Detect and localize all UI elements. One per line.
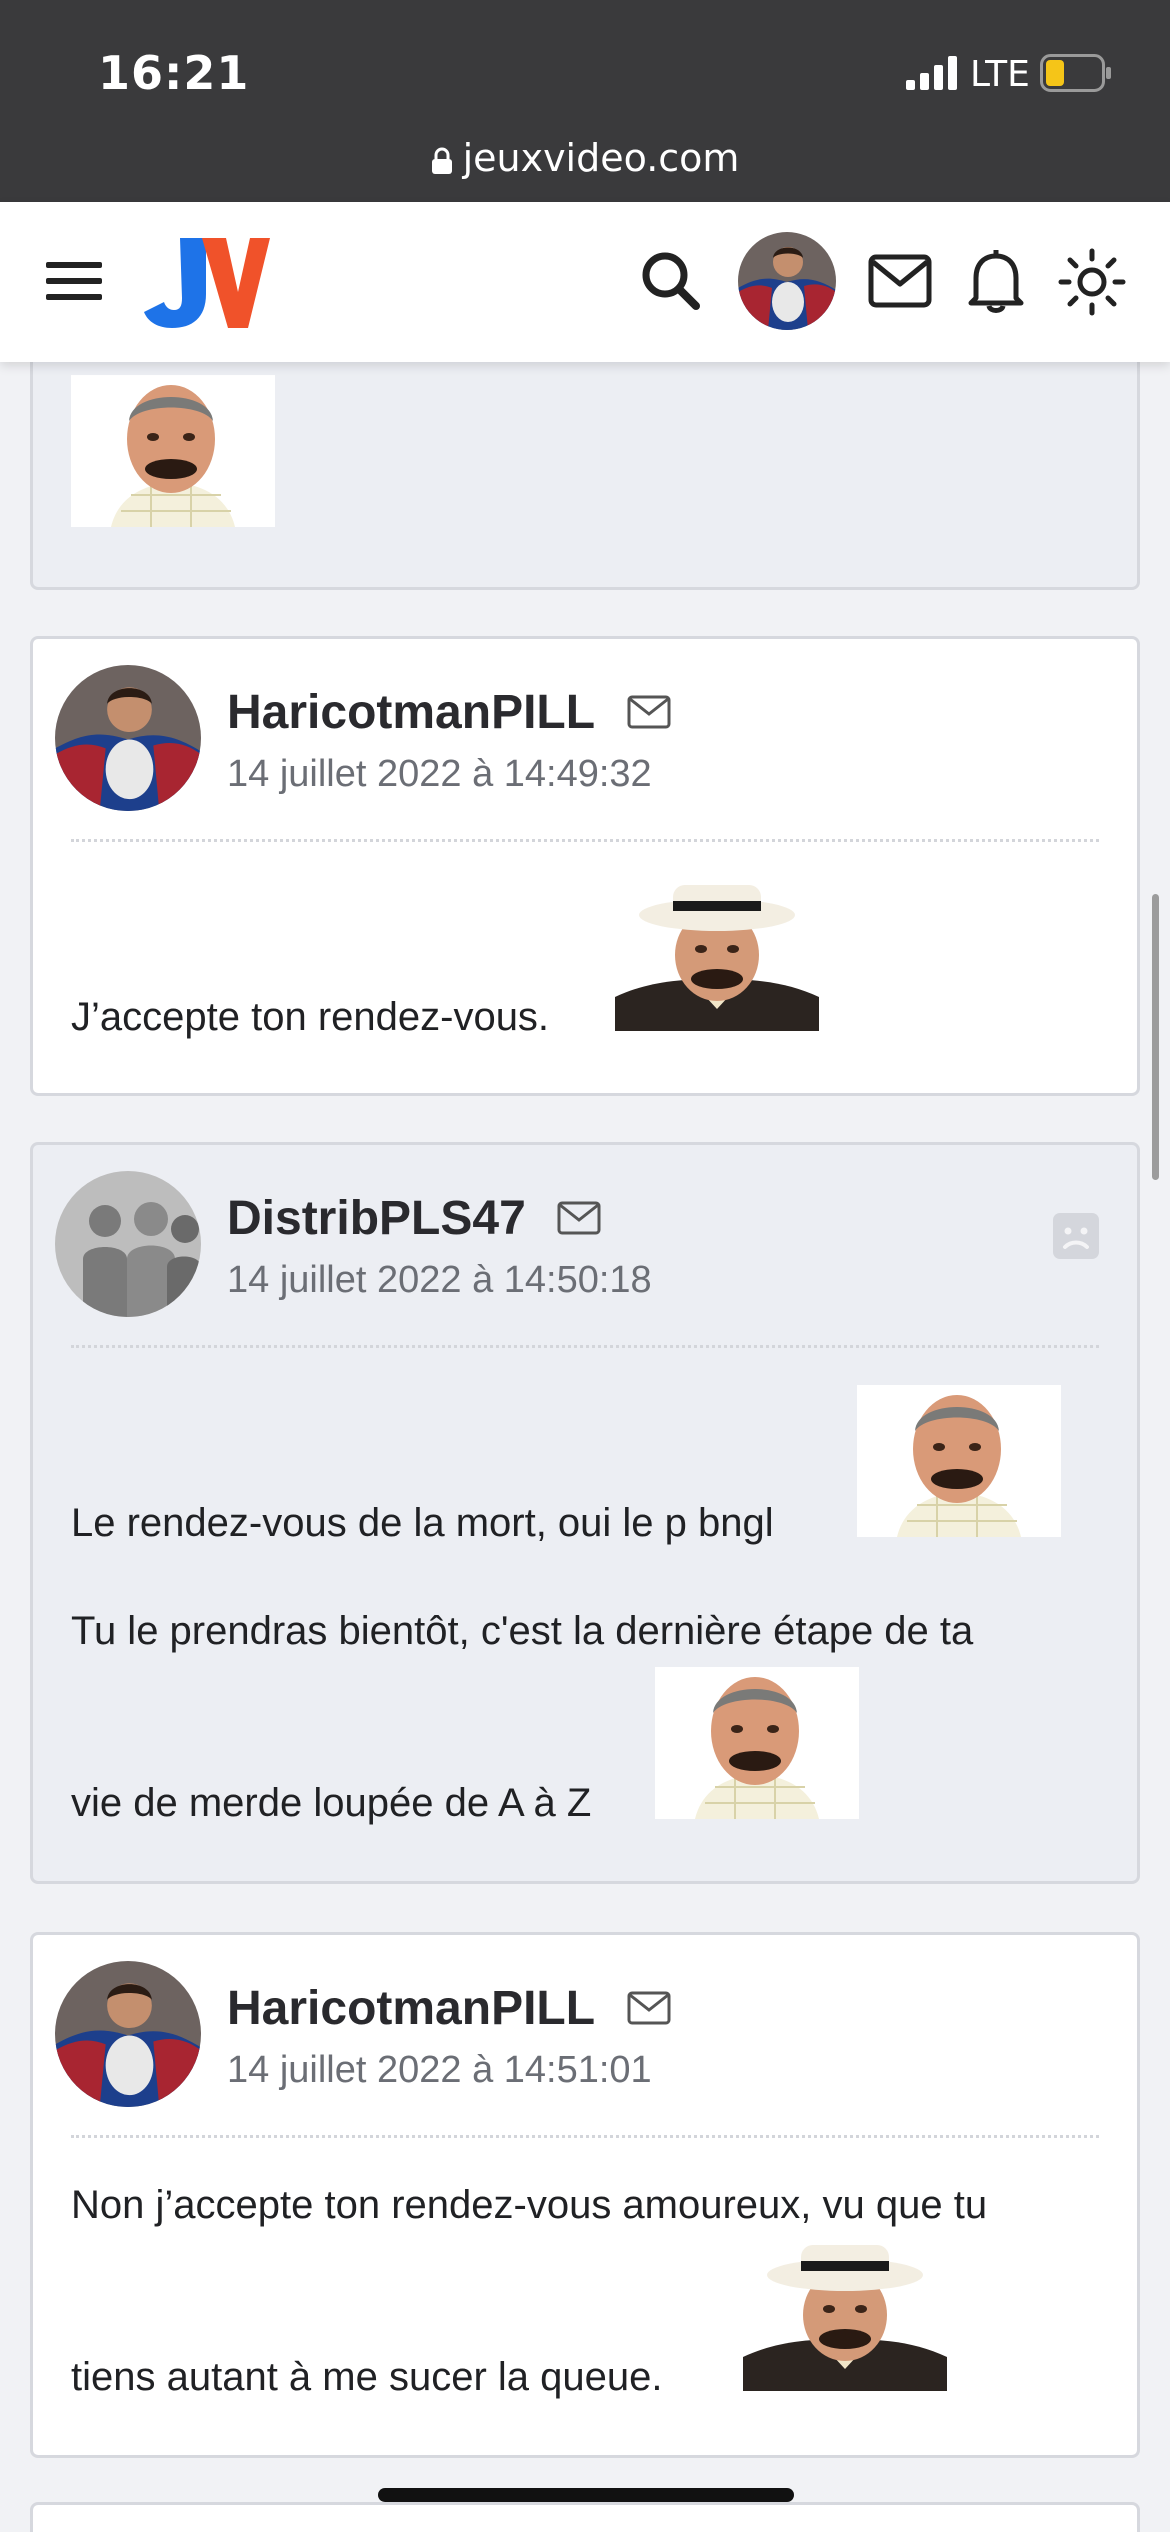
post-date[interactable]: 14 juillet 2022 à 14:51:01: [227, 2049, 652, 2092]
author-avatar-image: [55, 665, 201, 811]
risitas-hat-sticker: [743, 2239, 947, 2391]
forum-post: HaricotmanPILL 14 juillet 2022 à 14:49:3…: [30, 636, 1140, 1096]
search-icon[interactable]: [640, 250, 702, 312]
post-text: vie de merde loupée de A à Z: [71, 1781, 592, 1825]
post-text: Tu le prendras bientôt, c'est la dernièr…: [71, 1609, 974, 1653]
risitas-hat-sticker: [615, 879, 819, 1031]
risitas-sticker: [655, 1667, 859, 1819]
home-indicator[interactable]: [378, 2488, 794, 2502]
forum-post-partial: [30, 2502, 1140, 2532]
scrollbar[interactable]: [1152, 894, 1159, 1180]
network-label: LTE: [970, 54, 1030, 95]
status-time: 16:21: [98, 46, 250, 100]
author-name[interactable]: DistribPLS47: [227, 1191, 526, 1246]
author-avatar[interactable]: [55, 1961, 201, 2107]
user-avatar-image: [738, 232, 836, 330]
post-text: Non j’accepte ton rendez-vous amoureux, …: [71, 2183, 988, 2227]
site-header: [0, 202, 1170, 362]
battery-icon: [1040, 54, 1111, 92]
risitas-hat-sticker-image: [743, 2239, 947, 2391]
post-date[interactable]: 14 juillet 2022 à 14:50:18: [227, 1259, 652, 1302]
jv-logo[interactable]: [140, 232, 270, 332]
risitas-sticker: [857, 1385, 1061, 1537]
sun-icon[interactable]: [1058, 248, 1126, 316]
author-name[interactable]: HaricotmanPILL: [227, 1981, 595, 2036]
url-bar[interactable]: jeuxvideo.com: [0, 136, 1170, 180]
user-avatar[interactable]: [738, 232, 836, 330]
risitas-sticker: [71, 375, 275, 527]
url-text: jeuxvideo.com: [462, 136, 740, 180]
author-avatar[interactable]: [55, 1171, 201, 1317]
author-avatar-image: [55, 1171, 201, 1317]
lock-icon: [431, 147, 452, 174]
risitas-hat-sticker-image: [615, 879, 819, 1031]
forum-post: HaricotmanPILL 14 juillet 2022 à 14:51:0…: [30, 1932, 1140, 2458]
post-date[interactable]: 14 juillet 2022 à 14:49:32: [227, 753, 652, 796]
post-text: tiens autant à me sucer la queue.: [71, 2355, 663, 2399]
post-text: Le rendez-vous de la mort, oui le p bngl: [71, 1501, 774, 1545]
mail-icon[interactable]: [868, 254, 932, 308]
post-text: J’accepte ton rendez-vous.: [71, 995, 550, 1039]
post-separator: [71, 2135, 1099, 2138]
forum-post: DistribPLS47 14 juillet 2022 à 14:50:18 …: [30, 1142, 1140, 1884]
risitas-sticker-image: [71, 375, 275, 527]
report-icon[interactable]: [1051, 1211, 1101, 1261]
private-message-icon[interactable]: [627, 695, 671, 729]
author-avatar[interactable]: [55, 665, 201, 811]
risitas-sticker-image: [857, 1385, 1061, 1537]
author-avatar-image: [55, 1961, 201, 2107]
private-message-icon[interactable]: [627, 1991, 671, 2025]
risitas-sticker-image: [655, 1667, 859, 1819]
author-name[interactable]: HaricotmanPILL: [227, 685, 595, 740]
bell-icon[interactable]: [966, 248, 1026, 314]
post-separator: [71, 1345, 1099, 1348]
signal-icon: [906, 56, 957, 90]
private-message-icon[interactable]: [557, 1201, 601, 1235]
menu-icon[interactable]: [46, 260, 102, 302]
post-separator: [71, 839, 1099, 842]
status-bar: 16:21 LTE jeuxvideo.com: [0, 0, 1170, 202]
